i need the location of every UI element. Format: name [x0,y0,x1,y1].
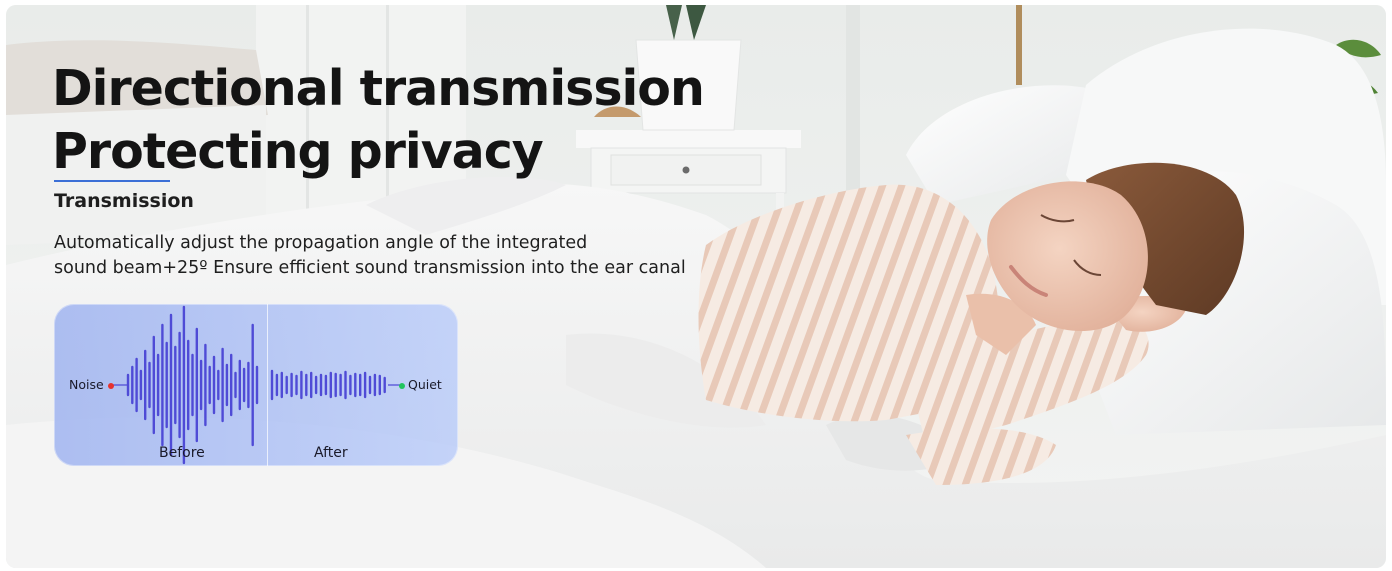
waveform-graphic [112,305,402,465]
noise-label: Noise [69,377,104,392]
description-line-1: Automatically adjust the propagation ang… [54,233,588,253]
quiet-label: Quiet [408,377,442,392]
quiet-dot-icon [399,383,405,389]
description-line-2: sound beam+25º Ensure efficient sound tr… [54,258,686,278]
before-after-divider [267,304,268,466]
after-caption: After [314,445,348,461]
description: Automatically adjust the propagation ang… [54,231,814,281]
headline-block: Directional transmission Protecting priv… [52,57,705,183]
headline-line-1: Directional transmission [52,60,705,117]
before-caption: Before [159,445,205,461]
subheading-accent-rule [54,180,170,182]
noise-dot-icon [108,383,114,389]
subheading: Transmission [54,190,194,212]
waveform-panel: Noise Quiet Before After [54,304,458,466]
headline-line-2: Protecting privacy [52,123,544,180]
hero-banner: Directional transmission Protecting priv… [6,5,1386,568]
